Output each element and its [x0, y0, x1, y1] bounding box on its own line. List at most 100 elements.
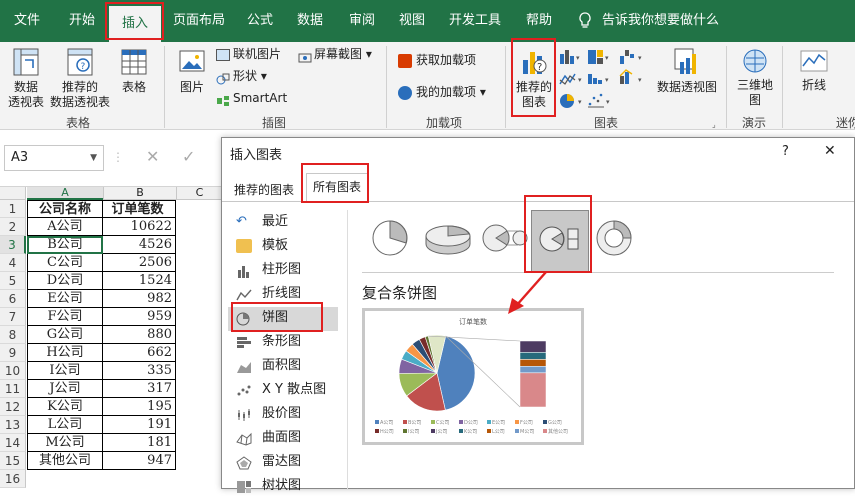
cell-company[interactable]: H公司 [27, 344, 103, 362]
pictures-button[interactable]: 图片 [172, 46, 212, 95]
tab-recommended-charts[interactable]: 推荐的图表 [234, 181, 294, 198]
tab-review[interactable]: 审阅 [337, 0, 387, 42]
cell-orders[interactable]: 947 [103, 452, 176, 470]
cell-company[interactable]: F公司 [27, 308, 103, 326]
cell-orders[interactable]: 662 [103, 344, 176, 362]
chart-type-column[interactable]: 柱形图 [236, 258, 301, 282]
tab-insert[interactable]: 插入 [109, 6, 161, 42]
cell-orders[interactable]: 982 [103, 290, 176, 308]
subtype-3d-pie[interactable] [420, 212, 480, 272]
online-pictures-button[interactable]: 联机图片 [216, 44, 281, 64]
enter-icon[interactable]: ✓ [182, 147, 195, 166]
tab-file[interactable]: 文件 [0, 0, 54, 42]
cell-company[interactable]: M公司 [27, 434, 103, 452]
tab-page-layout[interactable]: 页面布局 [163, 0, 235, 42]
row-header[interactable]: 16 [0, 470, 26, 488]
col-header-a[interactable]: A [27, 187, 103, 200]
help-button[interactable]: ? [782, 144, 789, 159]
cell-company[interactable]: G公司 [27, 326, 103, 344]
chart-type-area[interactable]: 面积图 [236, 354, 301, 378]
chart-preview[interactable]: 订单笔数 A公司 B公司 C公司 D公司 E公司 F公司 G公司 H公司 I公司 J公司 K公司 L公… [362, 308, 584, 445]
subtype-pie[interactable] [364, 212, 424, 272]
tab-home[interactable]: 开始 [56, 0, 108, 42]
row-header[interactable]: 1 [0, 200, 26, 218]
chart-type-radar[interactable]: 雷达图 [236, 450, 301, 474]
tell-me-search[interactable]: 告诉我你想要做什么 [602, 0, 732, 42]
cell-orders[interactable]: 4526 [103, 236, 176, 254]
recommended-charts-button[interactable]: ? 推荐的 图表 [514, 46, 554, 110]
cancel-icon[interactable]: ✕ [146, 147, 159, 166]
sparkline-line-button[interactable]: 折线 [792, 46, 836, 93]
cell-orders[interactable]: 订单笔数 [103, 200, 176, 218]
chart-type-icons[interactable]: ▾ ▾ ▾ ▾ ▾ ▾ ▾ ▾ [558, 46, 654, 112]
row-header[interactable]: 6 [0, 290, 26, 308]
tab-developer[interactable]: 开发工具 [437, 0, 513, 42]
3d-map-button[interactable]: 三维地 图 [732, 46, 778, 108]
cell-company[interactable]: I公司 [27, 362, 103, 380]
chart-type-templates[interactable]: 模板 [236, 234, 288, 258]
get-addins-button[interactable]: 获取加载项 [398, 50, 476, 70]
cell-company[interactable]: E公司 [27, 290, 103, 308]
tab-view[interactable]: 视图 [389, 0, 435, 42]
my-addins-button[interactable]: 我的加载项 ▾ [398, 82, 486, 102]
select-all-corner[interactable] [0, 187, 26, 200]
screenshot-button[interactable]: 屏幕截图 ▾ [298, 44, 372, 64]
cell-orders[interactable]: 181 [103, 434, 176, 452]
cell-company[interactable]: 公司名称 [27, 200, 103, 218]
cell-orders[interactable]: 335 [103, 362, 176, 380]
cell-company[interactable]: C公司 [27, 254, 103, 272]
cell-company[interactable]: J公司 [27, 380, 103, 398]
cell-company[interactable]: K公司 [27, 398, 103, 416]
pivot-chart-button[interactable]: 数据透视图 [655, 46, 719, 95]
subtype-bar-of-pie[interactable] [531, 210, 589, 272]
cell-orders[interactable]: 317 [103, 380, 176, 398]
cell-orders[interactable]: 2506 [103, 254, 176, 272]
col-header-b[interactable]: B [103, 187, 176, 200]
row-header[interactable]: 5 [0, 272, 26, 290]
row-header[interactable]: 3 [0, 236, 26, 254]
close-button[interactable]: ✕ [824, 143, 836, 159]
row-header[interactable]: 12 [0, 398, 26, 416]
name-box[interactable]: A3 ▼ [4, 145, 104, 171]
row-header[interactable]: 14 [0, 434, 26, 452]
cell-company[interactable]: L公司 [27, 416, 103, 434]
tab-all-charts[interactable]: 所有图表 [306, 173, 368, 201]
row-header[interactable]: 13 [0, 416, 26, 434]
cell-company[interactable]: 其他公司 [27, 452, 103, 470]
row-header[interactable]: 9 [0, 344, 26, 362]
cell-orders[interactable]: 195 [103, 398, 176, 416]
table-button[interactable]: 表格 [114, 46, 154, 95]
subtype-doughnut[interactable] [592, 212, 652, 272]
tab-formulas[interactable]: 公式 [237, 0, 283, 42]
chart-type-stock[interactable]: 股价图 [236, 402, 301, 426]
subtype-pie-of-pie[interactable] [476, 212, 536, 272]
dialog-launcher-icon[interactable]: ⌟ [712, 120, 716, 129]
cell-orders[interactable]: 191 [103, 416, 176, 434]
row-header[interactable]: 7 [0, 308, 26, 326]
tab-help[interactable]: 帮助 [515, 0, 563, 42]
cell-company[interactable]: A公司 [27, 218, 103, 236]
tab-data[interactable]: 数据 [285, 0, 335, 42]
cell-company[interactable]: B公司 [27, 236, 103, 254]
chart-type-bar[interactable]: 条形图 [236, 330, 301, 354]
pivot-table-button[interactable]: 数据 透视表 [6, 46, 46, 110]
row-header[interactable]: 8 [0, 326, 26, 344]
chart-type-line[interactable]: 折线图 [236, 282, 301, 306]
chart-type-recent[interactable]: ↶ 最近 [236, 210, 288, 234]
row-header[interactable]: 11 [0, 380, 26, 398]
row-header[interactable]: 2 [0, 218, 26, 236]
chart-type-pie[interactable]: 饼图 [236, 306, 288, 330]
col-header-c[interactable]: C [176, 187, 222, 200]
row-header[interactable]: 15 [0, 452, 26, 470]
row-header[interactable]: 4 [0, 254, 26, 272]
cell-orders[interactable]: 10622 [103, 218, 176, 236]
cell-company[interactable]: D公司 [27, 272, 103, 290]
smartart-button[interactable]: SmartArt [216, 88, 287, 108]
row-header[interactable]: 10 [0, 362, 26, 380]
chart-type-treemap[interactable]: 树状图 [236, 474, 301, 498]
cell-orders[interactable]: 959 [103, 308, 176, 326]
recommended-pivot-button[interactable]: ? 推荐的 数据透视表 [48, 46, 112, 110]
cell-orders[interactable]: 880 [103, 326, 176, 344]
shapes-button[interactable]: 形状 ▾ [216, 66, 267, 86]
chart-type-scatter[interactable]: X Y 散点图 [236, 378, 326, 402]
